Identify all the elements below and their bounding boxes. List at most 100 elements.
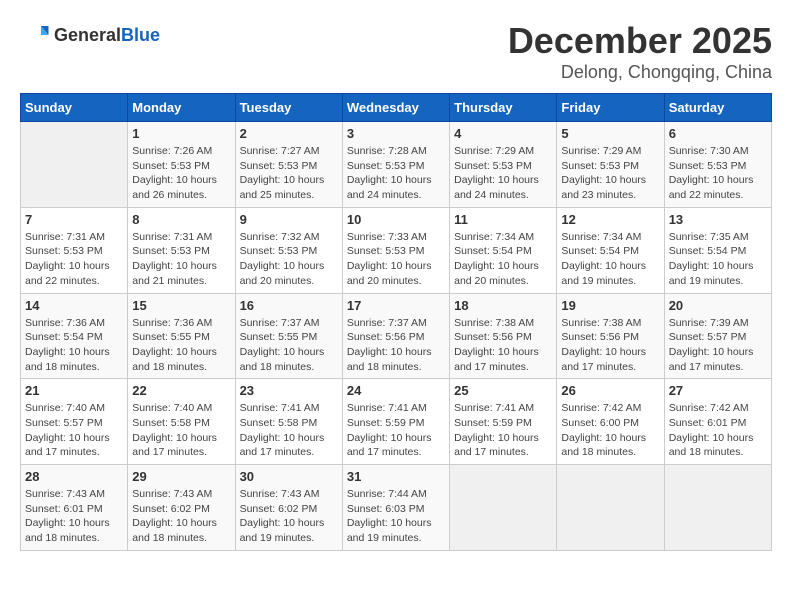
calendar-day-cell: 2 Sunrise: 7:27 AMSunset: 5:53 PMDaylight… [235, 122, 342, 208]
day-info: Sunrise: 7:34 AMSunset: 5:54 PMDaylight:… [561, 230, 659, 289]
calendar-day-cell: 19 Sunrise: 7:38 AMSunset: 5:56 PMDayligh… [557, 293, 664, 379]
calendar-day-cell: 23Sunrise: 7:41 AMSunset: 5:58 PMDayligh… [235, 379, 342, 465]
day-info: Sunrise: 7:31 AMSunset: 5:53 PMDaylight:… [132, 230, 230, 289]
calendar-day-cell: 12Sunrise: 7:34 AMSunset: 5:54 PMDayligh… [557, 207, 664, 293]
day-info: Sunrise: 7:38 AMSunset: 5:56 PMDaylight:… [561, 316, 659, 375]
day-info: Sunrise: 7:41 AMSunset: 5:59 PMDaylight:… [454, 401, 552, 460]
day-info: Sunrise: 7:37 AMSunset: 5:55 PMDaylight:… [240, 316, 338, 375]
day-number: 18 [454, 298, 552, 313]
weekday-header-cell: Wednesday [342, 94, 449, 122]
day-number: 31 [347, 469, 445, 484]
day-number: 27 [669, 383, 767, 398]
day-info: Sunrise: 7:34 AMSunset: 5:54 PMDaylight:… [454, 230, 552, 289]
day-number: 9 [240, 212, 338, 227]
calendar-day-cell: 26 Sunrise: 7:42 AMSunset: 6:00 PMDayligh… [557, 379, 664, 465]
calendar-day-cell [557, 465, 664, 551]
day-number: 5 [561, 126, 659, 141]
day-number: 13 [669, 212, 767, 227]
weekday-header-cell: Saturday [664, 94, 771, 122]
day-info: Sunrise: 7:37 AMSunset: 5:56 PMDaylight:… [347, 316, 445, 375]
day-number: 20 [669, 298, 767, 313]
calendar-day-cell: 16 Sunrise: 7:37 AMSunset: 5:55 PMDayligh… [235, 293, 342, 379]
day-info: Sunrise: 7:27 AMSunset: 5:53 PMDaylight:… [240, 144, 338, 203]
day-number: 8 [132, 212, 230, 227]
day-info: Sunrise: 7:35 AMSunset: 5:54 PMDaylight:… [669, 230, 767, 289]
day-number: 2 [240, 126, 338, 141]
day-number: 30 [240, 469, 338, 484]
day-info: Sunrise: 7:44 AMSunset: 6:03 PMDaylight:… [347, 487, 445, 546]
logo-icon [20, 20, 50, 50]
day-number: 16 [240, 298, 338, 313]
weekday-header-cell: Friday [557, 94, 664, 122]
day-number: 26 [561, 383, 659, 398]
calendar-day-cell: 18 Sunrise: 7:38 AMSunset: 5:56 PMDayligh… [450, 293, 557, 379]
day-number: 15 [132, 298, 230, 313]
weekday-header-cell: Sunday [21, 94, 128, 122]
location-title: Delong, Chongqing, China [508, 62, 772, 83]
calendar-day-cell: 14 Sunrise: 7:36 AMSunset: 5:54 PMDayligh… [21, 293, 128, 379]
calendar-body: 1Sunrise: 7:26 AMSunset: 5:53 PMDaylight… [21, 122, 772, 551]
calendar-day-cell: 9Sunrise: 7:32 AMSunset: 5:53 PMDaylight… [235, 207, 342, 293]
calendar-week-row: 28 Sunrise: 7:43 AMSunset: 6:01 PMDayligh… [21, 465, 772, 551]
calendar-day-cell: 10Sunrise: 7:33 AMSunset: 5:53 PMDayligh… [342, 207, 449, 293]
calendar-day-cell: 30 Sunrise: 7:43 AMSunset: 6:02 PMDayligh… [235, 465, 342, 551]
day-info: Sunrise: 7:40 AMSunset: 5:57 PMDaylight:… [25, 401, 123, 460]
calendar-day-cell [21, 122, 128, 208]
day-info: Sunrise: 7:26 AMSunset: 5:53 PMDaylight:… [132, 144, 230, 203]
day-info: Sunrise: 7:42 AMSunset: 6:01 PMDaylight:… [669, 401, 767, 460]
day-number: 19 [561, 298, 659, 313]
day-number: 14 [25, 298, 123, 313]
day-number: 11 [454, 212, 552, 227]
day-number: 21 [25, 383, 123, 398]
day-number: 22 [132, 383, 230, 398]
day-number: 6 [669, 126, 767, 141]
calendar-week-row: 21 Sunrise: 7:40 AMSunset: 5:57 PMDayligh… [21, 379, 772, 465]
weekday-header-cell: Monday [128, 94, 235, 122]
day-info: Sunrise: 7:36 AMSunset: 5:55 PMDaylight:… [132, 316, 230, 375]
day-info: Sunrise: 7:36 AMSunset: 5:54 PMDaylight:… [25, 316, 123, 375]
weekday-header-cell: Tuesday [235, 94, 342, 122]
logo-blue-text: Blue [121, 25, 160, 45]
calendar-day-cell: 1Sunrise: 7:26 AMSunset: 5:53 PMDaylight… [128, 122, 235, 208]
title-block: December 2025 Delong, Chongqing, China [508, 20, 772, 83]
calendar-day-cell: 24Sunrise: 7:41 AMSunset: 5:59 PMDayligh… [342, 379, 449, 465]
calendar-day-cell: 21 Sunrise: 7:40 AMSunset: 5:57 PMDayligh… [21, 379, 128, 465]
logo: GeneralBlue [20, 20, 160, 50]
calendar-day-cell [664, 465, 771, 551]
day-info: Sunrise: 7:30 AMSunset: 5:53 PMDaylight:… [669, 144, 767, 203]
calendar-day-cell: 8 Sunrise: 7:31 AMSunset: 5:53 PMDaylight… [128, 207, 235, 293]
calendar-day-cell: 7Sunrise: 7:31 AMSunset: 5:53 PMDaylight… [21, 207, 128, 293]
calendar-day-cell: 22Sunrise: 7:40 AMSunset: 5:58 PMDayligh… [128, 379, 235, 465]
calendar-day-cell: 27 Sunrise: 7:42 AMSunset: 6:01 PMDayligh… [664, 379, 771, 465]
day-info: Sunrise: 7:43 AMSunset: 6:01 PMDaylight:… [25, 487, 123, 546]
day-info: Sunrise: 7:29 AMSunset: 5:53 PMDaylight:… [561, 144, 659, 203]
month-title: December 2025 [508, 20, 772, 62]
day-number: 10 [347, 212, 445, 227]
day-info: Sunrise: 7:41 AMSunset: 5:58 PMDaylight:… [240, 401, 338, 460]
day-info: Sunrise: 7:41 AMSunset: 5:59 PMDaylight:… [347, 401, 445, 460]
day-info: Sunrise: 7:31 AMSunset: 5:53 PMDaylight:… [25, 230, 123, 289]
day-info: Sunrise: 7:43 AMSunset: 6:02 PMDaylight:… [240, 487, 338, 546]
calendar-day-cell: 3 Sunrise: 7:28 AMSunset: 5:53 PMDaylight… [342, 122, 449, 208]
calendar-day-cell: 4 Sunrise: 7:29 AMSunset: 5:53 PMDaylight… [450, 122, 557, 208]
logo-general-text: General [54, 25, 121, 45]
calendar-day-cell: 13 Sunrise: 7:35 AMSunset: 5:54 PMDayligh… [664, 207, 771, 293]
calendar-day-cell: 15 Sunrise: 7:36 AMSunset: 5:55 PMDayligh… [128, 293, 235, 379]
day-number: 4 [454, 126, 552, 141]
day-number: 29 [132, 469, 230, 484]
calendar-day-cell: 17 Sunrise: 7:37 AMSunset: 5:56 PMDayligh… [342, 293, 449, 379]
day-number: 17 [347, 298, 445, 313]
calendar-week-row: 1Sunrise: 7:26 AMSunset: 5:53 PMDaylight… [21, 122, 772, 208]
page-header: GeneralBlue December 2025 Delong, Chongq… [20, 20, 772, 83]
weekday-header-cell: Thursday [450, 94, 557, 122]
calendar-day-cell: 6 Sunrise: 7:30 AMSunset: 5:53 PMDaylight… [664, 122, 771, 208]
day-number: 28 [25, 469, 123, 484]
day-info: Sunrise: 7:42 AMSunset: 6:00 PMDaylight:… [561, 401, 659, 460]
day-info: Sunrise: 7:29 AMSunset: 5:53 PMDaylight:… [454, 144, 552, 203]
calendar-day-cell: 28 Sunrise: 7:43 AMSunset: 6:01 PMDayligh… [21, 465, 128, 551]
day-info: Sunrise: 7:28 AMSunset: 5:53 PMDaylight:… [347, 144, 445, 203]
calendar-day-cell: 31 Sunrise: 7:44 AMSunset: 6:03 PMDayligh… [342, 465, 449, 551]
day-number: 3 [347, 126, 445, 141]
day-info: Sunrise: 7:38 AMSunset: 5:56 PMDaylight:… [454, 316, 552, 375]
calendar-day-cell: 20Sunrise: 7:39 AMSunset: 5:57 PMDayligh… [664, 293, 771, 379]
